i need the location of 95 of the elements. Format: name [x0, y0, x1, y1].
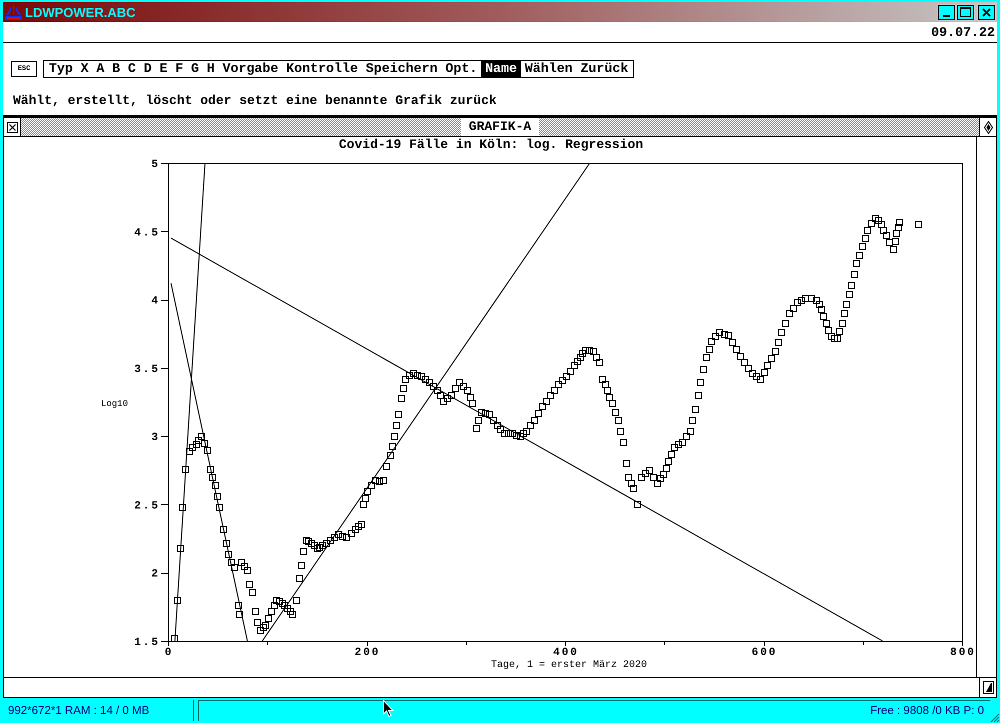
x-tick-label: 200: [354, 647, 380, 659]
menu-item[interactable]: F: [171, 61, 188, 77]
menu-item[interactable]: D: [140, 61, 156, 77]
y-tick-label: 4: [151, 296, 160, 308]
y-tick-label: 3.5: [134, 364, 160, 376]
data-point: [851, 271, 858, 278]
maximize-button[interactable]: [957, 4, 974, 20]
data-point: [393, 422, 400, 429]
menu-item[interactable]: Kontrolle: [282, 61, 362, 77]
data-point: [293, 597, 300, 604]
data-point: [400, 385, 407, 392]
data-point: [171, 635, 178, 642]
graphic-window-title: GRAFIK-A: [460, 118, 540, 136]
data-point: [182, 466, 189, 473]
data-point: [846, 291, 853, 298]
menu-item[interactable]: B: [108, 61, 124, 77]
y-tick-label: 4.5: [134, 227, 160, 240]
data-point: [298, 562, 305, 569]
y-tick-label: 5: [151, 159, 160, 171]
y-axis-label: Log10: [100, 399, 128, 409]
close-box-button[interactable]: [4, 118, 21, 136]
y-tick-label: 3: [151, 432, 160, 444]
data-point: [700, 366, 707, 373]
data-point: [848, 282, 855, 289]
data-point: [223, 540, 230, 547]
data-point: [617, 428, 624, 435]
x-tick-label: 600: [752, 647, 778, 659]
data-point: [236, 611, 243, 618]
data-point: [915, 221, 922, 228]
menu-item[interactable]: H: [202, 61, 219, 77]
data-point: [620, 439, 627, 446]
data-point: [179, 504, 186, 511]
data-point: [623, 460, 630, 467]
menu-item[interactable]: G: [187, 61, 203, 77]
y-tick-label: 1.5: [134, 637, 160, 649]
data-point: [398, 395, 405, 402]
x-tick-label: 800: [950, 647, 976, 659]
data-point: [220, 526, 227, 533]
data-point: [177, 545, 184, 552]
data-point: [383, 463, 390, 470]
close-icon: [982, 8, 991, 16]
data-point: [387, 452, 394, 459]
diamond-icon: [984, 120, 992, 134]
menu-item[interactable]: C: [124, 61, 140, 77]
resize-box-button[interactable]: [979, 678, 996, 697]
data-point: [235, 602, 242, 609]
resize-icon: [982, 681, 994, 694]
menu-item[interactable]: Name: [481, 61, 521, 77]
mouse-pointer-icon: [383, 700, 394, 717]
data-point: [391, 433, 398, 440]
menu-item[interactable]: A: [92, 61, 108, 77]
data-point: [395, 411, 402, 418]
minimize-icon: [943, 14, 950, 16]
data-point: [697, 379, 704, 386]
data-point: [843, 301, 850, 308]
x-tick-label: 400: [553, 647, 579, 659]
data-point: [389, 443, 396, 450]
minimize-button[interactable]: [938, 4, 955, 20]
menu-item[interactable]: E: [156, 61, 172, 77]
data-point: [695, 392, 702, 399]
free-space-status: Free : 9808 /0 KB P: 0: [870, 705, 984, 717]
data-point: [174, 597, 181, 604]
data-point: [782, 320, 789, 327]
x-axis-label: Tage, 1 = erster März 2020: [490, 660, 648, 671]
data-point: [252, 608, 259, 615]
data-point: [214, 493, 221, 500]
data-point: [775, 339, 782, 346]
data-point: [296, 575, 303, 582]
window-title: LDWPOWER.ABC: [25, 4, 136, 20]
maximize-icon: [960, 7, 971, 17]
menu-item[interactable]: Vorgabe: [218, 61, 282, 77]
data-point: [689, 417, 696, 424]
date-text: 09.07.22: [931, 24, 995, 40]
memory-status: 992*672*1 RAM : 14 / 0 MB: [8, 704, 150, 716]
menu-item[interactable]: Wählen: [520, 61, 577, 77]
y-tick-label: 2.5: [134, 500, 160, 512]
menu-item[interactable]: Zurück: [576, 61, 632, 77]
menu-item[interactable]: Opt.: [441, 61, 482, 77]
menu-item[interactable]: X: [76, 61, 92, 77]
chart-title: Covid-19 Fälle in Köln: log. Regression: [338, 137, 644, 152]
x-tick-label: 0: [164, 647, 174, 659]
data-point: [778, 329, 785, 336]
menu-item[interactable]: Typ: [45, 61, 77, 77]
size-grip-icon: [990, 713, 1000, 723]
menu-item[interactable]: Speichern: [362, 61, 442, 77]
hint-text: Wählt, erstellt, löscht oder setzt eine benannte Grafik zurück: [12, 93, 498, 108]
close-icon: [6, 122, 18, 132]
y-tick-label: 2: [151, 568, 160, 581]
data-point: [634, 501, 641, 508]
data-point: [841, 310, 848, 317]
full-size-button[interactable]: [979, 118, 996, 136]
data-point: [216, 504, 223, 511]
close-button[interactable]: [978, 4, 995, 20]
app-logo-icon: [5, 4, 22, 20]
data-point: [692, 406, 699, 413]
